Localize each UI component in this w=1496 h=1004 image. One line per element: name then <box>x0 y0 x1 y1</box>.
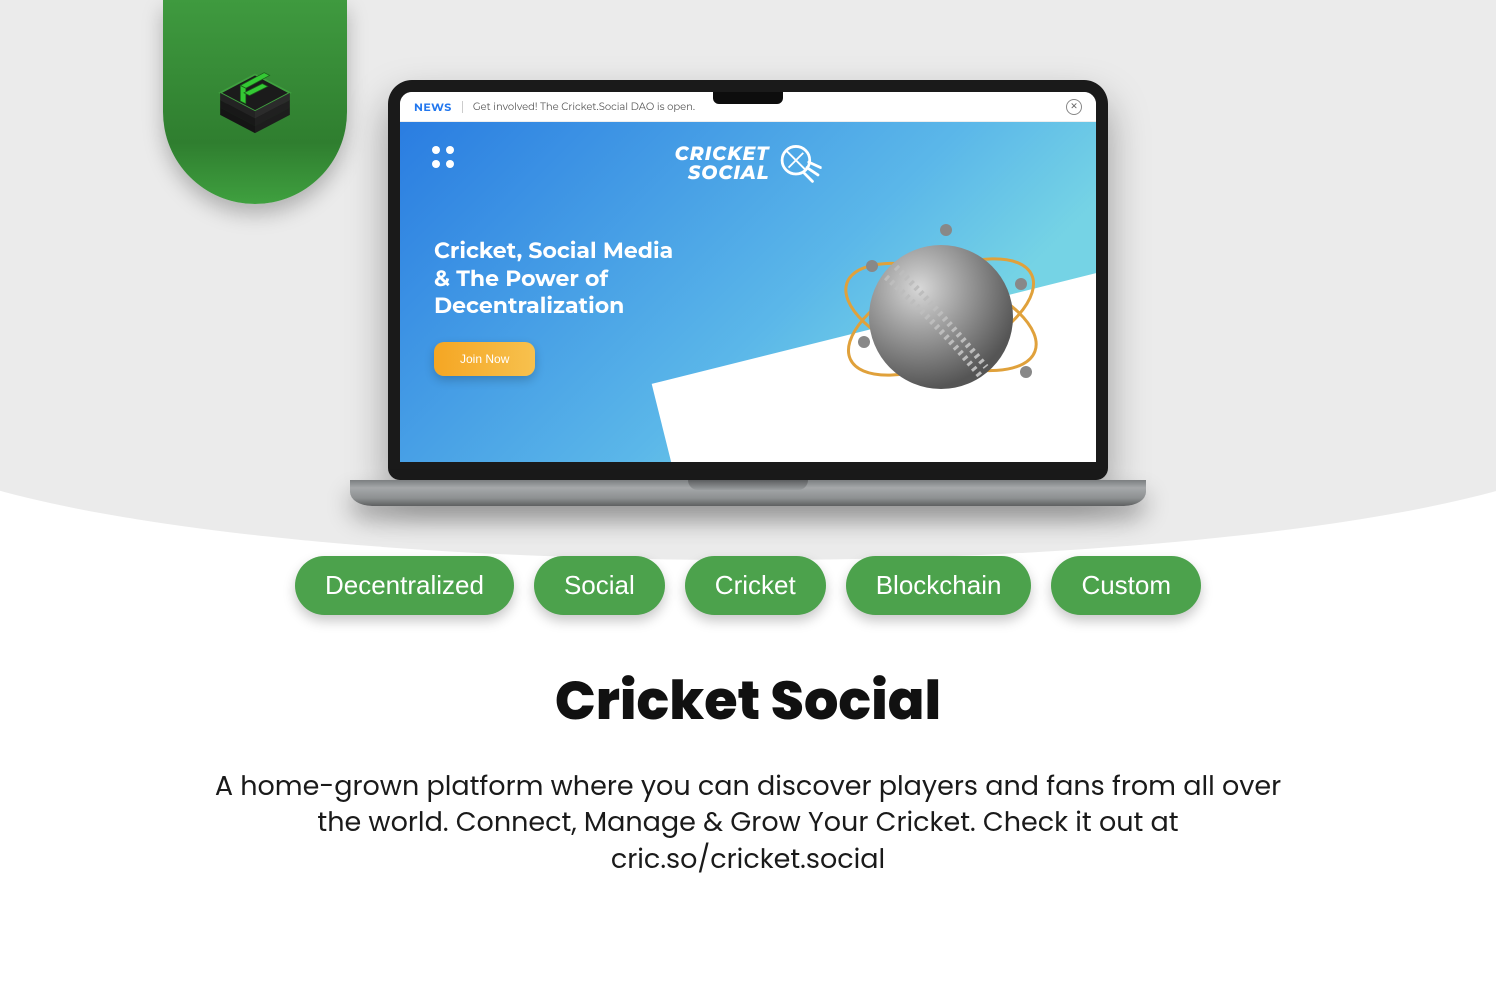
tag-blockchain[interactable]: Blockchain <box>846 556 1032 615</box>
cricket-social-logo: CRICKET SOCIAL <box>675 140 822 186</box>
brand-word-2: SOCIAL <box>688 163 769 182</box>
hero-heading: Cricket, Social Media & The Power of Dec… <box>434 237 684 320</box>
laptop-notch <box>713 90 783 104</box>
page-description: A home-grown platform where you can disc… <box>198 769 1298 878</box>
laptop-mockup: NEWS Get involved! The Cricket.Social DA… <box>388 80 1108 506</box>
tag-custom[interactable]: Custom <box>1051 556 1201 615</box>
tag-row: Decentralized Social Cricket Blockchain … <box>81 556 1416 615</box>
news-text: Get involved! The Cricket.Social DAO is … <box>473 100 695 113</box>
join-now-button[interactable]: Join Now <box>434 342 535 376</box>
brand-logo-icon <box>200 47 310 157</box>
tag-cricket[interactable]: Cricket <box>685 556 826 615</box>
cricket-ball-icon <box>775 140 821 186</box>
tag-decentralized[interactable]: Decentralized <box>295 556 514 615</box>
page-title: Cricket Social <box>161 660 1336 741</box>
brand-logo-tab <box>163 0 347 204</box>
tag-social[interactable]: Social <box>534 556 665 615</box>
vertical-divider <box>462 101 463 113</box>
laptop-base <box>350 480 1146 506</box>
hero-orb-graphic <box>826 202 1056 432</box>
mock-screen: NEWS Get involved! The Cricket.Social DA… <box>400 92 1096 462</box>
news-label: NEWS <box>414 100 452 114</box>
menu-dots-icon[interactable] <box>432 146 454 168</box>
close-icon[interactable]: ✕ <box>1066 99 1082 115</box>
